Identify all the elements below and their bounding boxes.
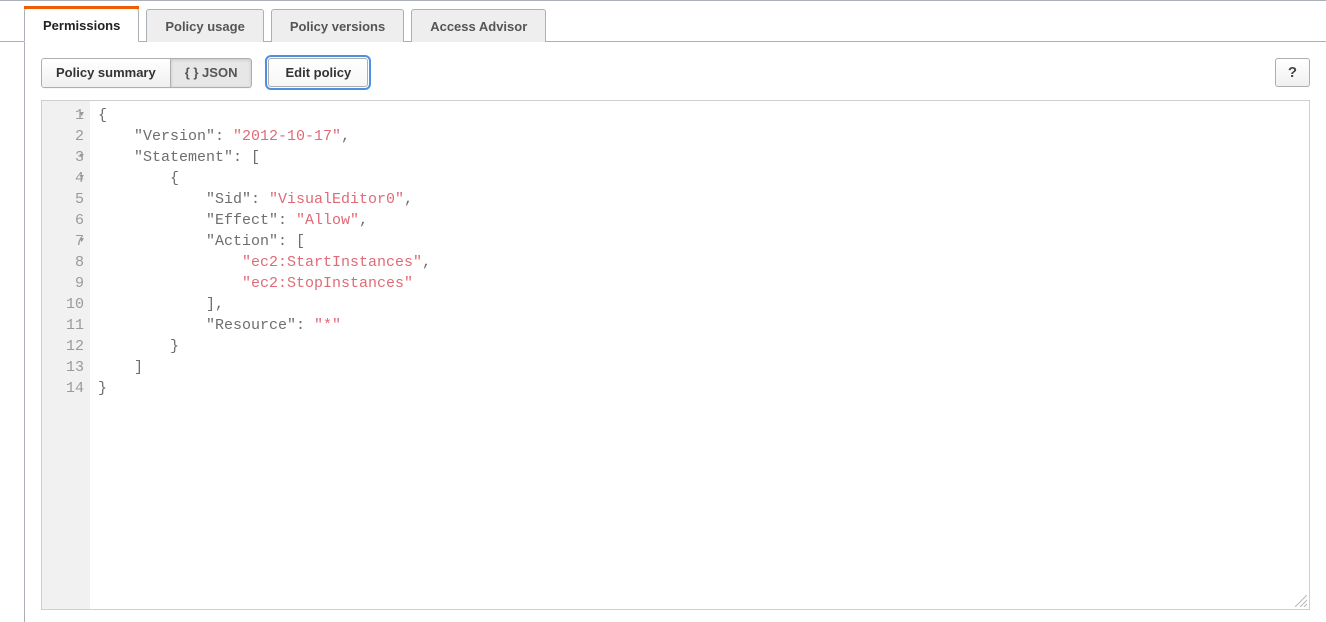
editor-gutter: 1▾23▾4▾567▾891011121314: [42, 101, 90, 609]
tab-permissions[interactable]: Permissions: [24, 8, 139, 42]
tab-access-advisor[interactable]: Access Advisor: [411, 9, 546, 42]
json-view-button[interactable]: { } JSON: [171, 58, 253, 88]
help-button[interactable]: ?: [1275, 58, 1310, 87]
fold-toggle-icon[interactable]: ▾: [78, 105, 85, 126]
json-editor[interactable]: 1▾23▾4▾567▾891011121314 { "Version": "20…: [41, 100, 1310, 610]
help-icon: ?: [1288, 64, 1297, 81]
tab-bar: Permissions Policy usage Policy versions…: [0, 1, 1326, 42]
policy-panel: Permissions Policy usage Policy versions…: [0, 0, 1326, 622]
view-toolbar: Policy summary { } JSON Edit policy: [41, 58, 1310, 88]
fold-toggle-icon[interactable]: ▾: [78, 147, 85, 168]
resize-handle[interactable]: [1295, 595, 1307, 607]
fold-toggle-icon[interactable]: ▾: [78, 231, 85, 252]
fold-toggle-icon[interactable]: ▾: [78, 168, 85, 189]
tab-policy-usage[interactable]: Policy usage: [146, 9, 263, 42]
tab-content: Policy summary { } JSON Edit policy ? 1▾…: [24, 42, 1326, 622]
view-toggle-group: Policy summary { } JSON: [41, 58, 252, 88]
editor-code[interactable]: { "Version": "2012-10-17", "Statement": …: [90, 101, 1309, 609]
policy-summary-button[interactable]: Policy summary: [41, 58, 171, 88]
edit-policy-button[interactable]: Edit policy: [268, 58, 368, 87]
tab-policy-versions[interactable]: Policy versions: [271, 9, 404, 42]
